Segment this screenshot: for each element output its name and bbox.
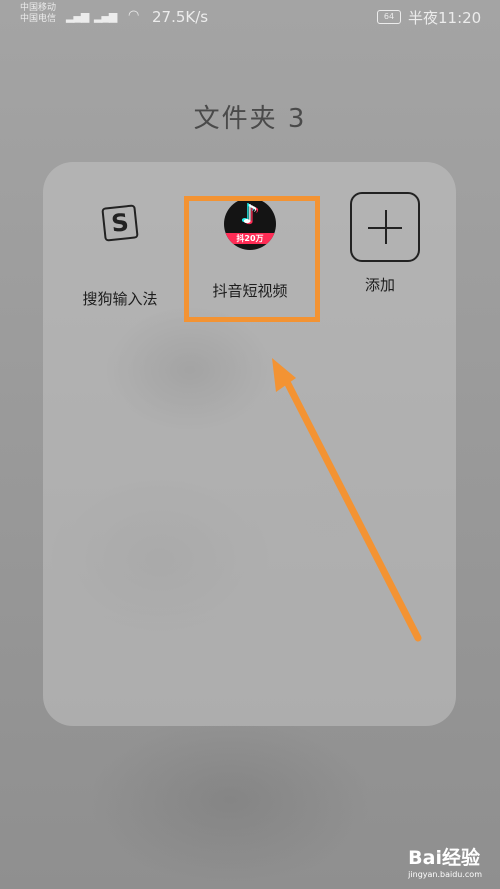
annotation-arrow: [272, 358, 422, 642]
watermark-brand: Bai经验: [408, 847, 480, 869]
arrow-shaft: [281, 374, 422, 642]
baidu-jingyan-watermark: Bai经验 jingyan.baidu.com: [408, 843, 482, 879]
watermark-url: jingyan.baidu.com: [408, 870, 482, 879]
